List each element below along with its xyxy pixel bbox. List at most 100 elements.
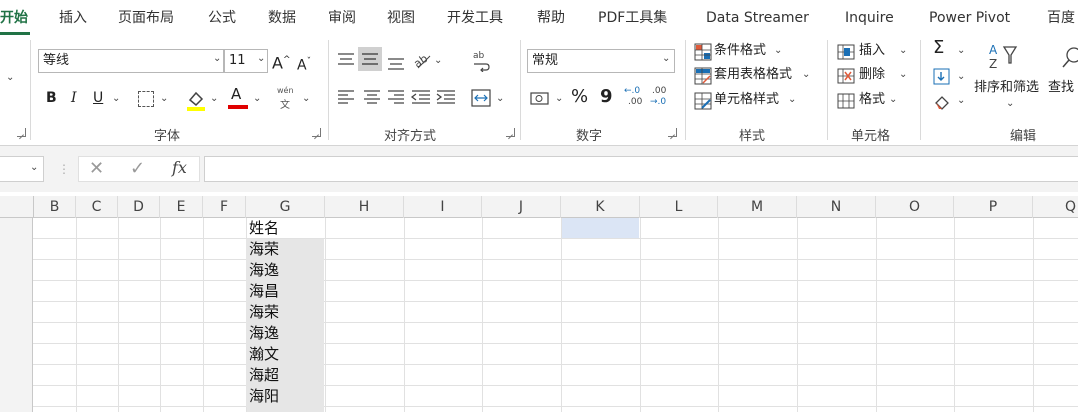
cell-styles-button[interactable]: 单元格样式 ⌄: [694, 91, 824, 111]
column-header-m[interactable]: M: [718, 196, 797, 218]
tab-help[interactable]: 帮助: [537, 0, 565, 36]
tab-view[interactable]: 视图: [387, 0, 415, 36]
clear-dropdown-icon[interactable]: ⌄: [957, 95, 965, 106]
tab-inquire[interactable]: Inquire: [845, 0, 894, 36]
name-box[interactable]: ⌄: [0, 156, 44, 182]
shrink-font-button[interactable]: Aˇ: [297, 53, 311, 75]
format-cells-button[interactable]: 格式 ⌄: [837, 91, 915, 111]
font-color-icon[interactable]: A: [228, 85, 248, 111]
worksheet-grid[interactable]: 姓名 海荣 海逸 海昌 海荣 海逸 瀚文 海超 海阳: [0, 218, 1078, 412]
formula-input[interactable]: [204, 156, 1078, 182]
fill-color-dropdown-icon[interactable]: ⌄: [210, 93, 218, 104]
column-header-f[interactable]: F: [203, 196, 246, 218]
underline-button[interactable]: U: [93, 89, 103, 107]
accounting-dropdown-icon[interactable]: ⌄: [555, 93, 563, 104]
bold-button[interactable]: B: [46, 89, 57, 107]
column-header-q[interactable]: Q: [1033, 196, 1078, 218]
column-header-d[interactable]: D: [118, 196, 160, 218]
fill-down-icon[interactable]: [933, 68, 951, 86]
column-header-b[interactable]: B: [34, 196, 76, 218]
alignment-launcher-icon[interactable]: [506, 128, 515, 137]
accounting-format-icon[interactable]: [530, 90, 550, 108]
tab-data-streamer[interactable]: Data Streamer: [706, 0, 809, 36]
format-as-table-button[interactable]: 套用表格格式 ⌄: [694, 66, 824, 86]
phonetic-guide-button[interactable]: wén 文: [275, 86, 297, 111]
merge-dropdown-icon[interactable]: ⌄: [496, 93, 504, 104]
column-header-e[interactable]: E: [160, 196, 203, 218]
sort-filter-icon[interactable]: A Z: [987, 41, 1027, 73]
column-header-c[interactable]: C: [76, 196, 118, 218]
cell-g-name[interactable]: 海超: [246, 365, 324, 386]
conditional-format-button[interactable]: 条件格式 ⌄: [694, 42, 824, 62]
number-format-select[interactable]: 常规: [527, 49, 675, 73]
align-top-icon[interactable]: [336, 51, 356, 69]
align-bottom-icon[interactable]: [386, 51, 406, 71]
cell-g-name[interactable]: 海阳: [246, 386, 324, 407]
borders-icon[interactable]: [138, 91, 154, 107]
underline-dropdown-icon[interactable]: ⌄: [112, 93, 120, 104]
autosum-dropdown-icon[interactable]: ⌄: [957, 45, 965, 56]
tab-developer[interactable]: 开发工具: [447, 0, 503, 36]
borders-dropdown-icon[interactable]: ⌄: [160, 93, 168, 104]
cell-g-name[interactable]: 海荣: [246, 239, 324, 260]
merge-center-icon[interactable]: [470, 88, 492, 108]
tab-home[interactable]: 开始: [0, 0, 28, 36]
cell-g-name[interactable]: 海荣: [246, 302, 324, 323]
autosum-icon[interactable]: Σ: [933, 39, 944, 57]
name-box-dropdown-icon[interactable]: ⌄: [30, 162, 38, 173]
column-header-l[interactable]: L: [640, 196, 718, 218]
delete-cells-button[interactable]: 删除 ⌄: [837, 66, 915, 86]
sort-filter-dropdown-icon[interactable]: ⌄: [1006, 98, 1014, 109]
find-select-label[interactable]: 查找: [1048, 79, 1074, 97]
cell-g-name[interactable]: 海逸: [246, 260, 324, 281]
active-cell-k1[interactable]: [561, 218, 639, 238]
number-format-dropdown-icon[interactable]: ⌄: [662, 53, 670, 64]
column-header-j[interactable]: J: [482, 196, 561, 218]
column-header-n[interactable]: N: [797, 196, 876, 218]
comma-style-button[interactable]: 9: [600, 88, 613, 106]
align-right-icon[interactable]: [386, 89, 406, 107]
column-header-p[interactable]: P: [954, 196, 1033, 218]
decrease-indent-icon[interactable]: [410, 89, 432, 107]
orientation-dropdown-icon[interactable]: ⌄: [434, 55, 442, 66]
cancel-icon[interactable]: ✕: [89, 158, 104, 179]
cell-g-name[interactable]: 瀚文: [246, 344, 324, 365]
tab-review[interactable]: 审阅: [328, 0, 356, 36]
find-select-icon[interactable]: [1060, 46, 1078, 72]
italic-button[interactable]: I: [71, 89, 77, 107]
number-launcher-icon[interactable]: [668, 128, 677, 137]
tab-power-pivot[interactable]: Power Pivot: [929, 0, 1010, 36]
enter-icon[interactable]: ✓: [130, 158, 145, 179]
increase-indent-icon[interactable]: [435, 89, 457, 107]
align-middle-button[interactable]: [358, 47, 382, 71]
grow-font-button[interactable]: A^: [272, 51, 291, 72]
cell-g-name[interactable]: 海逸: [246, 323, 324, 344]
align-left-icon[interactable]: [336, 89, 356, 107]
tab-pdf-tools[interactable]: PDF工具集: [598, 0, 667, 36]
column-header-o[interactable]: O: [876, 196, 954, 218]
fill-color-icon[interactable]: [184, 88, 208, 112]
column-header-h[interactable]: H: [325, 196, 404, 218]
increase-decimal-button[interactable]: ←.0 .00: [624, 86, 648, 112]
cell-g-header[interactable]: 姓名: [246, 218, 324, 239]
tab-page-layout[interactable]: 页面布局: [118, 0, 174, 36]
insert-cells-button[interactable]: 插入 ⌄: [837, 42, 915, 62]
cell-g-name[interactable]: 海昌: [246, 281, 324, 302]
orientation-icon[interactable]: ab: [412, 49, 434, 71]
clipboard-dropdown-icon[interactable]: ⌄: [6, 72, 14, 83]
column-header-i[interactable]: I: [404, 196, 482, 218]
tab-formulas[interactable]: 公式: [208, 0, 236, 36]
select-all-corner[interactable]: [0, 196, 34, 218]
percent-button[interactable]: %: [571, 88, 588, 106]
font-name-dropdown-icon[interactable]: ⌄: [213, 53, 221, 64]
column-header-k[interactable]: K: [561, 196, 640, 218]
insert-function-icon[interactable]: fx: [172, 158, 187, 177]
font-name-select[interactable]: 等线: [38, 49, 224, 73]
wrap-text-icon[interactable]: ab: [470, 48, 492, 72]
font-launcher-icon[interactable]: [312, 128, 321, 137]
clipboard-launcher-icon[interactable]: [17, 128, 26, 137]
decrease-decimal-button[interactable]: .00 →.0: [650, 86, 674, 112]
fill-dropdown-icon[interactable]: ⌄: [957, 71, 965, 82]
align-center-icon[interactable]: [362, 89, 382, 107]
font-color-dropdown-icon[interactable]: ⌄: [253, 93, 261, 104]
